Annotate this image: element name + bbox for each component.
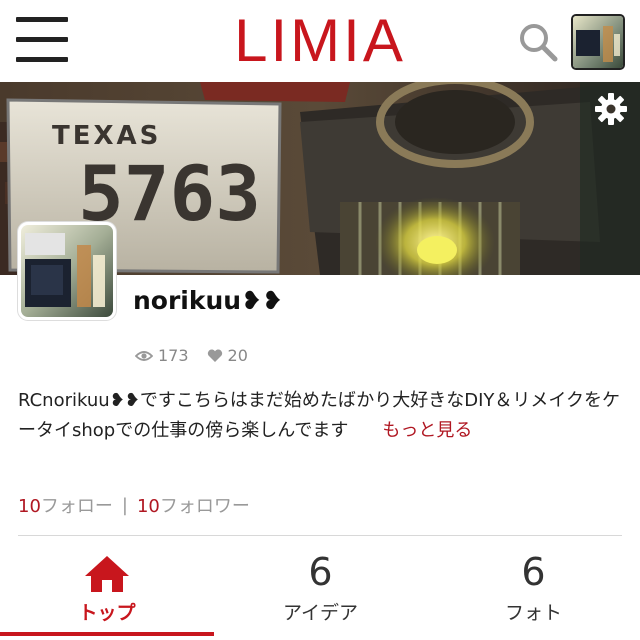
profile-avatar[interactable] (18, 222, 116, 320)
search-icon[interactable] (516, 20, 560, 64)
profile-tabs: トップ 6 アイデア 6 フォト (0, 536, 640, 640)
heart-icon (207, 348, 222, 362)
views-stat: 173 (135, 346, 189, 365)
active-tab-indicator (0, 632, 214, 636)
following-link[interactable]: 10フォロー (18, 492, 113, 518)
follow-separator: | (121, 494, 128, 516)
home-icon (85, 556, 129, 592)
ideas-count: 6 (308, 550, 333, 594)
profile-stats: 173 20 (135, 346, 266, 365)
bio-text: RCnorikuu❥❥ですこちらはまだ始めたばかり大好きなDIY＆リメイクをケー… (18, 390, 621, 441)
likes-stat: 20 (207, 346, 248, 365)
followers-link[interactable]: 10フォロワー (137, 492, 250, 518)
tab-photos[interactable]: 6 フォト (427, 536, 640, 640)
followers-label: フォロワー (159, 496, 250, 517)
tab-ideas[interactable]: 6 アイデア (214, 536, 427, 640)
photos-count: 6 (521, 550, 546, 594)
tab-ideas-label: アイデア (282, 602, 359, 624)
tab-top[interactable]: トップ (0, 536, 214, 640)
likes-count: 20 (227, 346, 248, 365)
views-count: 173 (158, 346, 189, 365)
following-count: 10 (18, 496, 41, 517)
tab-photos-label: フォト (504, 602, 562, 624)
plate-state-text: TEXAS (52, 121, 161, 151)
gear-icon[interactable] (594, 92, 628, 126)
following-label: フォロー (40, 496, 113, 517)
followers-count: 10 (136, 496, 160, 517)
app-header: LIMIA (0, 0, 640, 82)
header-avatar[interactable] (571, 14, 625, 70)
more-link[interactable]: もっと見る (382, 420, 472, 441)
tab-top-label: トップ (78, 602, 136, 624)
eye-icon (135, 350, 153, 361)
follow-counts: 10フォロー | 10フォロワー (18, 492, 250, 518)
user-name: norikuu❥❥ (133, 286, 283, 315)
profile-bio: RCnorikuu❥❥ですこちらはまだ始めたばかり大好きなDIY＆リメイクをケー… (18, 386, 626, 446)
